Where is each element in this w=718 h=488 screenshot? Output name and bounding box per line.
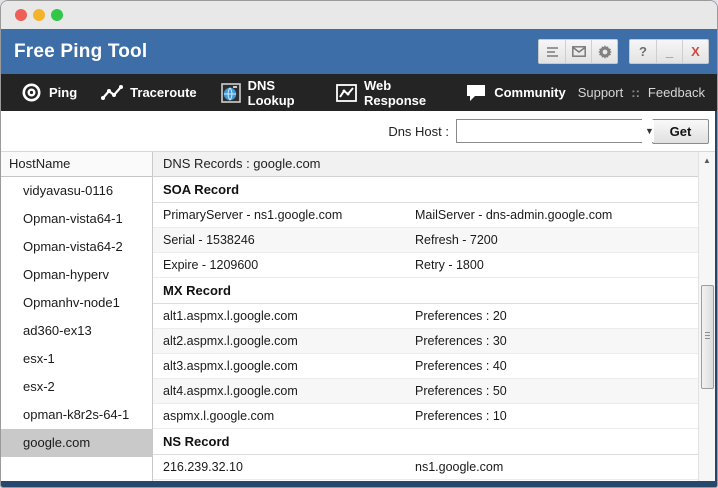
tab-ping[interactable]: Ping: [9, 74, 89, 111]
scroll-up-icon[interactable]: ▲: [699, 152, 716, 169]
scrollbar-thumb[interactable]: [701, 285, 714, 389]
record-row: alt2.aspmx.l.google.comPreferences : 30: [153, 329, 698, 354]
record-cell-right: MailServer - dns-admin.google.com: [415, 208, 698, 222]
record-cell-right: Preferences : 30: [415, 334, 698, 348]
record-row: PrimaryServer - ns1.google.comMailServer…: [153, 203, 698, 228]
record-row: Expire - 1209600Retry - 1800: [153, 253, 698, 278]
hostname-list: vidyavasu-0116Opman-vista64-1Opman-vista…: [1, 177, 152, 457]
support-link[interactable]: Support: [578, 85, 624, 100]
record-cell-right: Preferences : 20: [415, 309, 698, 323]
record-cell-left: alt3.aspmx.l.google.com: [163, 359, 415, 373]
record-cell-left: alt1.aspmx.l.google.com: [163, 309, 415, 323]
app-window: Free Ping Tool ? _ X PingTracerouteDN: [0, 0, 718, 488]
hostname-header: HostName: [1, 152, 152, 177]
record-cell-left: aspmx.l.google.com: [163, 409, 415, 423]
tab-community[interactable]: Community: [453, 74, 578, 111]
tool-button-group: [538, 39, 618, 64]
record-cell-right: Preferences : 40: [415, 359, 698, 373]
window-button-group: ? _ X: [629, 39, 709, 64]
sidebar-item-esx-2[interactable]: esx-2: [1, 373, 152, 401]
tab-dns-lookup[interactable]: DNS Lookup: [209, 74, 324, 111]
sidebar-item-Opmanhv-node1[interactable]: Opmanhv-node1: [1, 289, 152, 317]
sidebar-item-google.com[interactable]: google.com: [1, 429, 152, 457]
help-button[interactable]: ?: [630, 40, 656, 63]
record-row: alt1.aspmx.l.google.comPreferences : 20: [153, 304, 698, 329]
sidebar-item-Opman-vista64-2[interactable]: Opman-vista64-2: [1, 233, 152, 261]
window-chrome-bar: [1, 1, 717, 29]
tab-traceroute[interactable]: Traceroute: [89, 74, 208, 111]
tab-label: Traceroute: [130, 85, 196, 100]
feedback-link[interactable]: Feedback: [648, 85, 705, 100]
close-traffic-light[interactable]: [15, 9, 27, 21]
record-row: 216.239.32.10ns1.google.com: [153, 455, 698, 480]
traceroute-icon: [101, 85, 123, 101]
record-cell-left: Serial - 1538246: [163, 233, 415, 247]
target-icon: [21, 82, 42, 103]
sidebar-item-esx-1[interactable]: esx-1: [1, 345, 152, 373]
tab-label: Ping: [49, 85, 77, 100]
dns-host-combobox[interactable]: ▼: [456, 119, 642, 143]
record-cell-left: 216.239.32.10: [163, 460, 415, 474]
sidebar-item-ad360-ex13[interactable]: ad360-ex13: [1, 317, 152, 345]
record-row: alt3.aspmx.l.google.comPreferences : 40: [153, 354, 698, 379]
gear-icon[interactable]: [591, 40, 617, 63]
dns-toolbar: Dns Host : ▼ Get: [1, 111, 715, 152]
record-cell-left: PrimaryServer - ns1.google.com: [163, 208, 415, 222]
window-bottom-border: [1, 481, 717, 487]
vertical-scrollbar[interactable]: ▲ ▼: [698, 152, 715, 488]
mail-icon[interactable]: [565, 40, 591, 63]
record-row: Serial - 1538246Refresh - 7200: [153, 228, 698, 253]
record-cell-left: alt2.aspmx.l.google.com: [163, 334, 415, 348]
section-title-soa-record: SOA Record: [153, 177, 698, 203]
tab-label: DNS Lookup: [248, 78, 312, 108]
minimize-traffic-light[interactable]: [33, 9, 45, 21]
section-title-mx-record: MX Record: [153, 278, 698, 304]
dns-host-label: Dns Host :: [388, 124, 449, 139]
get-button[interactable]: Get: [652, 119, 709, 144]
record-row: alt4.aspmx.l.google.comPreferences : 50: [153, 379, 698, 404]
tab-web-response[interactable]: Web Response: [324, 74, 453, 111]
app-title: Free Ping Tool: [14, 41, 147, 63]
sidebar-item-Opman-hyperv[interactable]: Opman-hyperv: [1, 261, 152, 289]
dns-records-header: DNS Records : google.com: [153, 152, 698, 177]
record-cell-left: alt4.aspmx.l.google.com: [163, 384, 415, 398]
record-row: aspmx.l.google.comPreferences : 10: [153, 404, 698, 429]
sidebar-item-Opman-vista64-1[interactable]: Opman-vista64-1: [1, 205, 152, 233]
nav-separator: ::: [631, 85, 640, 100]
chevron-down-icon[interactable]: ▼: [645, 120, 654, 142]
record-cell-right: Refresh - 7200: [415, 233, 698, 247]
zoom-traffic-light[interactable]: [51, 9, 63, 21]
sidebar-item-opman-k8r2s-64-1[interactable]: opman-k8r2s-64-1: [1, 401, 152, 429]
speech-bubble-icon: [465, 83, 487, 102]
record-cell-right: Retry - 1800: [415, 258, 698, 272]
sidebar-item-vidyavasu-0116[interactable]: vidyavasu-0116: [1, 177, 152, 205]
tab-label: Web Response: [364, 78, 441, 108]
hostname-sidebar: HostName vidyavasu-0116Opman-vista64-1Op…: [1, 152, 153, 488]
dns-records-panel: DNS Records : google.com SOA RecordPrima…: [153, 152, 698, 488]
record-cell-right: Preferences : 50: [415, 384, 698, 398]
chart-icon: [336, 84, 357, 102]
title-bar: Free Ping Tool ? _ X: [1, 29, 717, 74]
dns-host-input[interactable]: [457, 120, 645, 142]
nav-bar: Ping Traceroute DNS Lookup Web Response Comm…: [1, 74, 717, 111]
close-button[interactable]: X: [682, 40, 708, 63]
record-cell-right: Preferences : 10: [415, 409, 698, 423]
record-cell-left: Expire - 1209600: [163, 258, 415, 272]
record-cell-right: ns1.google.com: [415, 460, 698, 474]
tab-label: Community: [494, 85, 566, 100]
section-title-ns-record: NS Record: [153, 429, 698, 455]
minimize-button[interactable]: _: [656, 40, 682, 63]
list-icon[interactable]: [539, 40, 565, 63]
nav-tabs: Ping Traceroute DNS Lookup Web Response Comm…: [9, 74, 578, 111]
globe-icon: [221, 83, 241, 103]
